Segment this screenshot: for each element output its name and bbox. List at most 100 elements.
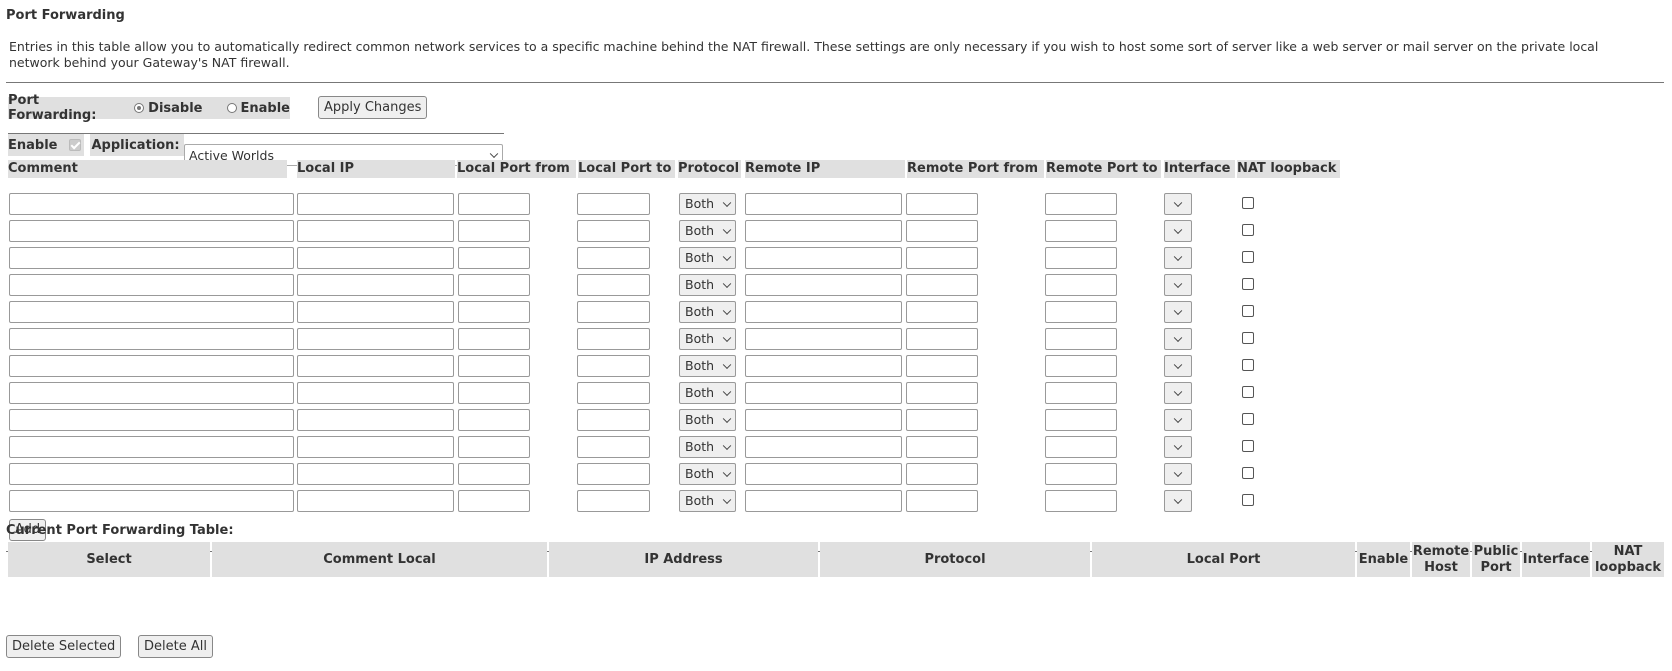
protocol-select[interactable]: Both [679, 328, 736, 350]
local-port-from-input[interactable] [458, 274, 530, 296]
remote-port-from-input[interactable] [906, 490, 978, 512]
nat-loopback-checkbox[interactable] [1242, 494, 1254, 506]
remote-port-to-input[interactable] [1045, 301, 1117, 323]
remote-port-to-input[interactable] [1045, 409, 1117, 431]
comment-input[interactable] [9, 220, 294, 242]
local-port-to-input[interactable] [577, 328, 650, 350]
interface-select[interactable] [1164, 436, 1192, 458]
remote-port-from-input[interactable] [906, 382, 978, 404]
remote-port-to-input[interactable] [1045, 436, 1117, 458]
local-ip-input[interactable] [297, 463, 454, 485]
remote-port-from-input[interactable] [906, 436, 978, 458]
local-port-to-input[interactable] [577, 382, 650, 404]
protocol-select[interactable]: Both [679, 274, 736, 296]
local-ip-input[interactable] [297, 355, 454, 377]
protocol-select[interactable]: Both [679, 463, 736, 485]
local-port-to-input[interactable] [577, 355, 650, 377]
remote-port-to-input[interactable] [1045, 328, 1117, 350]
remote-ip-input[interactable] [745, 247, 902, 269]
protocol-select[interactable]: Both [679, 355, 736, 377]
local-port-to-input[interactable] [577, 220, 650, 242]
local-port-from-input[interactable] [458, 247, 530, 269]
comment-input[interactable] [9, 409, 294, 431]
local-ip-input[interactable] [297, 220, 454, 242]
interface-select[interactable] [1164, 247, 1192, 269]
interface-select[interactable] [1164, 328, 1192, 350]
interface-select[interactable] [1164, 220, 1192, 242]
local-ip-input[interactable] [297, 382, 454, 404]
nat-loopback-checkbox[interactable] [1242, 386, 1254, 398]
nat-loopback-checkbox[interactable] [1242, 332, 1254, 344]
local-port-from-input[interactable] [458, 220, 530, 242]
local-port-from-input[interactable] [458, 382, 530, 404]
remote-ip-input[interactable] [745, 220, 902, 242]
comment-input[interactable] [9, 193, 294, 215]
delete-all-button[interactable]: Delete All [138, 635, 213, 658]
local-ip-input[interactable] [297, 490, 454, 512]
remote-port-from-input[interactable] [906, 409, 978, 431]
remote-port-from-input[interactable] [906, 220, 978, 242]
disable-radio[interactable] [134, 103, 145, 113]
local-port-from-input[interactable] [458, 301, 530, 323]
remote-ip-input[interactable] [745, 355, 902, 377]
remote-port-from-input[interactable] [906, 355, 978, 377]
interface-select[interactable] [1164, 301, 1192, 323]
interface-select[interactable] [1164, 490, 1192, 512]
local-port-to-input[interactable] [577, 301, 650, 323]
local-ip-input[interactable] [297, 301, 454, 323]
comment-input[interactable] [9, 355, 294, 377]
protocol-select[interactable]: Both [679, 382, 736, 404]
local-ip-input[interactable] [297, 409, 454, 431]
remote-port-to-input[interactable] [1045, 247, 1117, 269]
interface-select[interactable] [1164, 463, 1192, 485]
interface-select[interactable] [1164, 274, 1192, 296]
nat-loopback-checkbox[interactable] [1242, 251, 1254, 263]
nat-loopback-checkbox[interactable] [1242, 224, 1254, 236]
local-port-from-input[interactable] [458, 436, 530, 458]
remote-port-to-input[interactable] [1045, 220, 1117, 242]
local-port-from-input[interactable] [458, 193, 530, 215]
remote-port-from-input[interactable] [906, 247, 978, 269]
remote-ip-input[interactable] [745, 463, 902, 485]
remote-ip-input[interactable] [745, 490, 902, 512]
remote-port-to-input[interactable] [1045, 490, 1117, 512]
protocol-select[interactable]: Both [679, 436, 736, 458]
local-port-from-input[interactable] [458, 490, 530, 512]
local-ip-input[interactable] [297, 274, 454, 296]
remote-port-to-input[interactable] [1045, 355, 1117, 377]
interface-select[interactable] [1164, 193, 1192, 215]
protocol-select[interactable]: Both [679, 490, 736, 512]
nat-loopback-checkbox[interactable] [1242, 197, 1254, 209]
interface-select[interactable] [1164, 382, 1192, 404]
remote-ip-input[interactable] [745, 382, 902, 404]
local-ip-input[interactable] [297, 193, 454, 215]
remote-ip-input[interactable] [745, 301, 902, 323]
local-ip-input[interactable] [297, 247, 454, 269]
comment-input[interactable] [9, 436, 294, 458]
interface-select[interactable] [1164, 355, 1192, 377]
local-ip-input[interactable] [297, 436, 454, 458]
remote-port-from-input[interactable] [906, 328, 978, 350]
nat-loopback-checkbox[interactable] [1242, 359, 1254, 371]
nat-loopback-checkbox[interactable] [1242, 413, 1254, 425]
protocol-select[interactable]: Both [679, 193, 736, 215]
local-port-to-input[interactable] [577, 409, 650, 431]
remote-port-from-input[interactable] [906, 193, 978, 215]
comment-input[interactable] [9, 301, 294, 323]
remote-port-to-input[interactable] [1045, 382, 1117, 404]
local-port-to-input[interactable] [577, 463, 650, 485]
local-port-to-input[interactable] [577, 247, 650, 269]
enable-option[interactable]: Enable [226, 101, 290, 116]
local-port-to-input[interactable] [577, 490, 650, 512]
enable-app-checkbox[interactable] [68, 139, 81, 151]
enable-radio[interactable] [226, 103, 237, 113]
remote-port-to-input[interactable] [1045, 193, 1117, 215]
comment-input[interactable] [9, 490, 294, 512]
local-port-to-input[interactable] [577, 274, 650, 296]
remote-ip-input[interactable] [745, 193, 902, 215]
remote-port-from-input[interactable] [906, 274, 978, 296]
remote-port-from-input[interactable] [906, 301, 978, 323]
local-port-from-input[interactable] [458, 463, 530, 485]
nat-loopback-checkbox[interactable] [1242, 467, 1254, 479]
disable-option[interactable]: Disable [134, 101, 203, 116]
